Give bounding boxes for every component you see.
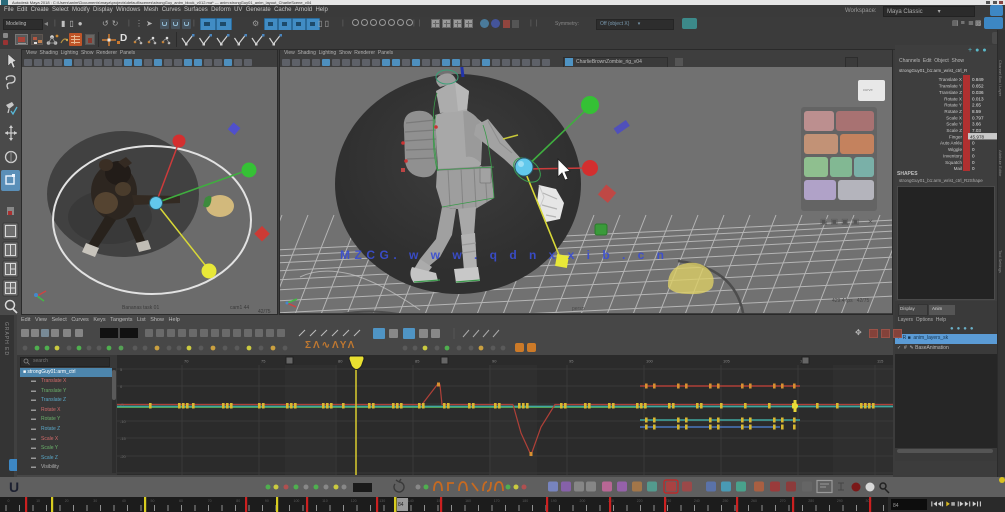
svg-text:Rotate Y: Rotate Y [944,103,962,108]
svg-text:45.978: 45.978 [970,134,984,139]
svg-text:220: 220 [637,499,643,503]
svg-text:Translate Z: Translate Z [939,90,962,95]
svg-text:Finger: Finger [949,134,962,139]
svg-text:200: 200 [580,499,586,503]
svg-text:130: 130 [379,499,385,503]
svg-text:Rotate Z: Rotate Z [944,109,962,114]
svg-text:0: 0 [8,499,10,503]
svg-text:180: 180 [522,499,528,503]
svg-text:80: 80 [338,359,343,364]
svg-text:75: 75 [261,359,266,364]
svg-text:0.652: 0.652 [972,84,984,89]
svg-text:40: 40 [122,499,126,503]
svg-text:7.03: 7.03 [972,128,981,133]
svg-text:0: 0 [972,147,975,152]
svg-text:3.66: 3.66 [972,122,981,127]
svg-text:90: 90 [265,499,269,503]
svg-text:0.036: 0.036 [972,90,984,95]
svg-text:0.013: 0.013 [972,96,984,101]
svg-text:240: 240 [694,499,700,503]
svg-text:Scale Y: Scale Y [946,122,962,127]
svg-text:260: 260 [751,499,757,503]
svg-text:84: 84 [398,502,404,508]
svg-text:0: 0 [972,141,975,146]
svg-text:Auto Ankle: Auto Ankle [940,141,962,146]
svg-text:290: 290 [837,499,843,503]
svg-text:50: 50 [151,499,155,503]
svg-text:60: 60 [179,499,183,503]
svg-text:Scale X: Scale X [946,115,962,120]
svg-text:95: 95 [569,359,574,364]
svg-text:Inventory: Inventory [943,153,963,158]
svg-text:100: 100 [646,359,653,364]
svg-text:170: 170 [494,499,500,503]
svg-text:105: 105 [723,359,730,364]
svg-text:30: 30 [93,499,97,503]
svg-text:0.797: 0.797 [972,115,984,120]
svg-text:280: 280 [808,499,814,503]
svg-text:70: 70 [208,499,212,503]
svg-text:Rotate X: Rotate X [944,96,962,101]
svg-text:-20: -20 [120,454,127,459]
svg-text:85: 85 [415,359,420,364]
svg-text:-10: -10 [120,419,127,424]
svg-text:0.849: 0.849 [972,77,984,82]
svg-text:84: 84 [893,503,899,509]
svg-text:100: 100 [294,499,300,503]
svg-text:0: 0 [972,160,975,165]
svg-text:0: 0 [972,166,975,171]
svg-text:Mail: Mail [954,166,962,171]
svg-text:0: 0 [972,153,975,158]
svg-text:115: 115 [877,359,884,364]
svg-text:10: 10 [36,499,40,503]
svg-text:-15: -15 [120,436,127,441]
svg-text:80: 80 [236,499,240,503]
svg-text:250: 250 [723,499,729,503]
svg-text:90: 90 [492,359,497,364]
svg-text:Scale Z: Scale Z [946,128,962,133]
svg-text:140: 140 [408,499,414,503]
svg-text:Squatch: Squatch [945,160,962,165]
svg-text:190: 190 [551,499,557,503]
svg-text:2.65: 2.65 [972,103,981,108]
svg-text:8.59: 8.59 [972,109,981,114]
svg-text:Wiggle: Wiggle [948,147,962,152]
svg-text:20: 20 [65,499,69,503]
svg-text:Translate Y: Translate Y [939,84,962,89]
svg-text:Translate X: Translate X [939,77,962,82]
svg-text:270: 270 [780,499,786,503]
svg-text:120: 120 [351,499,357,503]
svg-text:70: 70 [184,359,189,364]
svg-text:110: 110 [322,499,328,503]
svg-text:160: 160 [465,499,471,503]
